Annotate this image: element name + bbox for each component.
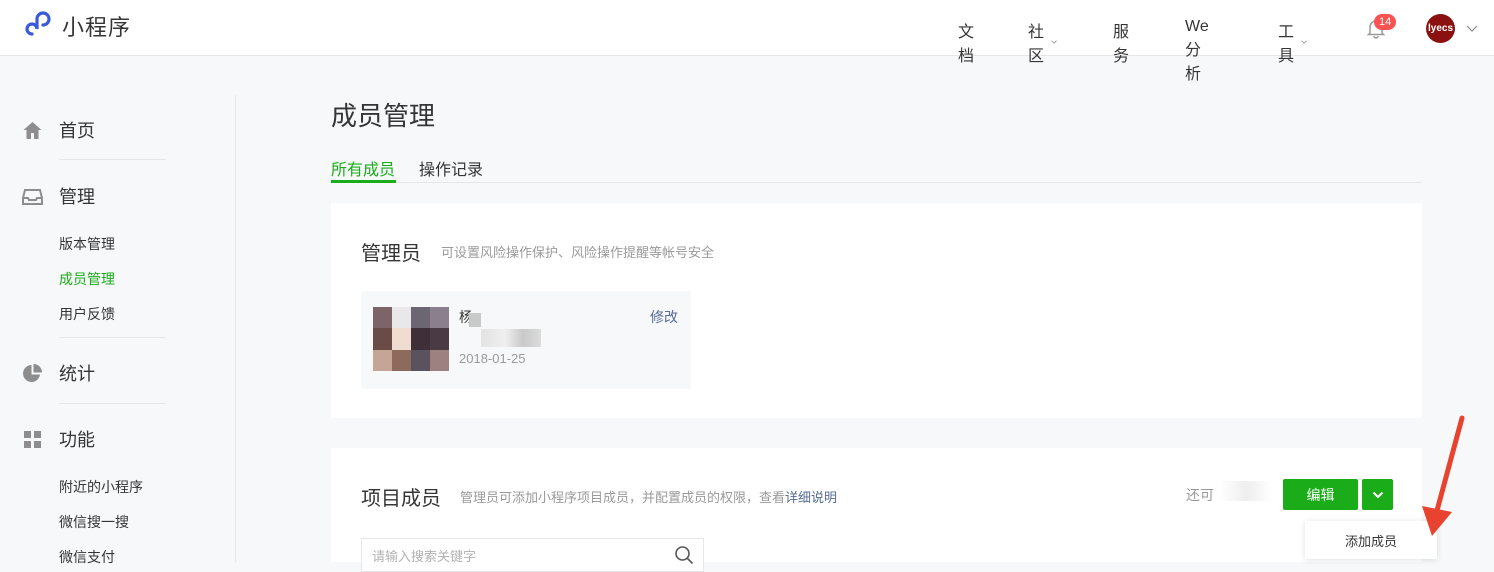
chevron-down-icon: [1372, 491, 1383, 498]
search-icon[interactable]: [674, 545, 694, 565]
edit-admin-link[interactable]: 修改: [650, 307, 678, 327]
inbox-icon: [22, 188, 43, 205]
member-search: [361, 538, 704, 572]
member-date: 2018-01-25: [459, 351, 526, 366]
sidebar-item-home[interactable]: 首页: [22, 117, 95, 143]
sidebar-item-wechat-pay[interactable]: 微信支付: [59, 547, 115, 567]
nav-docs[interactable]: 文档: [958, 18, 974, 66]
sidebar-item-version-manage[interactable]: 版本管理: [59, 234, 115, 254]
project-members-desc: 管理员可添加小程序项目成员，并配置成员的权限，查看详细说明: [460, 487, 837, 506]
admin-desc: 可设置风险操作保护、风险操作提醒等帐号安全: [441, 245, 715, 260]
admin-card: 管理员 可设置风险操作保护、风险操作提醒等帐号安全 杨 2018-01-25 修…: [331, 203, 1422, 418]
project-members-card: 项目成员 管理员可添加小程序项目成员，并配置成员的权限，查看详细说明 还可 编辑: [331, 448, 1422, 572]
project-members-title: 项目成员: [361, 488, 441, 510]
redacted-block: [1220, 481, 1272, 501]
nav-we-analysis[interactable]: We分析: [1185, 18, 1209, 84]
annotation-arrow-icon: [1422, 415, 1465, 536]
tab-operation-log[interactable]: 操作记录: [419, 156, 483, 180]
redacted-block: [469, 313, 481, 327]
app-title: 小程序: [62, 15, 132, 40]
sidebar-item-member-manage[interactable]: 成员管理: [59, 269, 115, 289]
sidebar-item-wechat-search[interactable]: 微信搜一搜: [59, 512, 129, 532]
grid-icon: [24, 430, 41, 448]
edit-button[interactable]: 编辑: [1283, 479, 1358, 510]
details-link[interactable]: 详细说明: [785, 490, 837, 505]
sidebar-item-stats[interactable]: 统计: [22, 360, 95, 386]
sidebar-item-label: 首页: [59, 121, 95, 141]
pie-chart-icon: [23, 363, 42, 382]
add-member-label: 添加成员: [1344, 533, 1397, 549]
redacted-block: [481, 329, 541, 347]
chevron-down-icon[interactable]: [1466, 23, 1478, 33]
logo[interactable]: 小程序: [22, 10, 131, 42]
divider: [59, 403, 166, 404]
mini-program-logo-icon: [25, 11, 51, 36]
sidebar-item-features[interactable]: 功能: [22, 426, 95, 452]
nav-community[interactable]: 社区: [1028, 18, 1057, 66]
tab-all-members[interactable]: 所有成员: [331, 156, 395, 180]
sidebar-item-user-feedback[interactable]: 用户反馈: [59, 304, 115, 324]
nav-tools[interactable]: 工具: [1278, 18, 1307, 66]
chevron-down-icon: [1301, 40, 1307, 44]
nav-services-label: 服务: [1113, 24, 1130, 65]
sidebar: 首页 管理 版本管理 成员管理 用户反馈 统计 功能 附近的小程序 微信搜一搜 …: [0, 95, 236, 565]
nav-services[interactable]: 服务: [1113, 18, 1129, 66]
sidebar-item-label: 统计: [59, 364, 95, 384]
nav-we-analysis-label: We分析: [1185, 18, 1209, 83]
more-actions-button[interactable]: [1362, 479, 1393, 510]
divider: [59, 337, 166, 338]
top-header: 小程序 文档 社区 服务 We分析 工具 14 lyecs: [0, 0, 1494, 83]
nav-community-label: 社区: [1028, 24, 1045, 65]
admin-member-card: 杨 2018-01-25 修改: [361, 291, 691, 389]
nav-docs-label: 文档: [958, 24, 975, 65]
divider: [59, 159, 166, 160]
search-input[interactable]: [362, 541, 662, 571]
chevron-down-icon: [1051, 40, 1057, 44]
admin-title: 管理员: [361, 243, 421, 265]
quota-text: 还可: [1186, 487, 1214, 503]
user-avatar[interactable]: lyecs: [1426, 14, 1455, 43]
tab-bar: 所有成员 操作记录: [331, 145, 1422, 183]
avatar: [373, 307, 449, 371]
page-title: 成员管理: [331, 101, 436, 131]
nav-tools-label: 工具: [1278, 24, 1295, 65]
sidebar-item-label: 管理: [59, 187, 95, 207]
active-tab-indicator: [331, 180, 396, 183]
avatar-text: lyecs: [1427, 23, 1454, 34]
notification-badge: 14: [1374, 14, 1397, 30]
sidebar-item-label: 功能: [59, 430, 95, 450]
home-icon: [23, 121, 42, 139]
project-desc-text: 管理员可添加小程序项目成员，并配置成员的权限，查看: [460, 490, 786, 505]
sidebar-item-nearby[interactable]: 附近的小程序: [59, 477, 143, 497]
sidebar-item-manage[interactable]: 管理: [22, 183, 95, 209]
